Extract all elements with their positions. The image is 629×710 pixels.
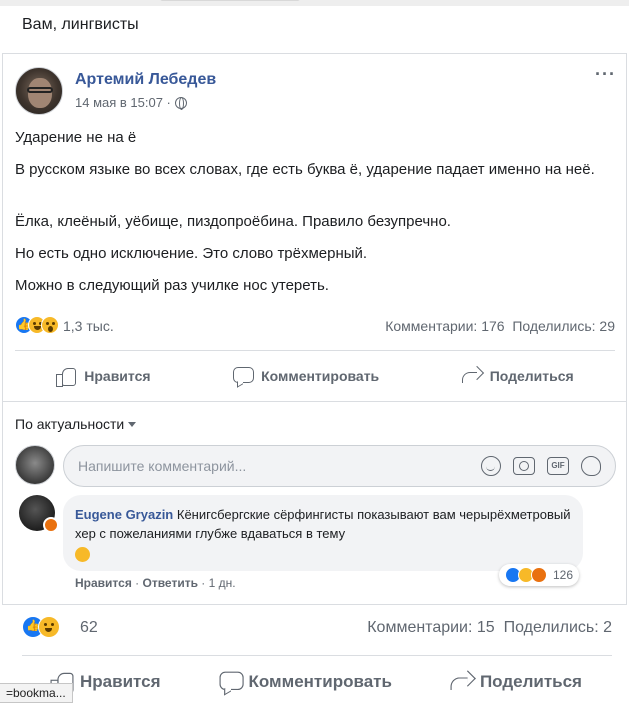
share-comments-count[interactable]: Комментарии: 15 — [367, 619, 494, 636]
browser-status-bar: =bookma... — [0, 683, 73, 703]
reactions-count[interactable]: 1,3 тыс. — [63, 318, 114, 334]
wow-reaction-icon[interactable] — [41, 316, 59, 334]
thumbs-up-icon — [56, 367, 77, 387]
more-dots-icon[interactable]: ··· — [595, 64, 616, 85]
post-author[interactable]: Артемий Лебедев — [75, 71, 216, 89]
comment-button[interactable]: Комментировать — [219, 671, 392, 693]
camera-icon[interactable] — [513, 457, 535, 475]
divider — [3, 401, 626, 402]
caret-down-icon — [128, 421, 137, 427]
speech-bubble-icon — [219, 671, 244, 693]
share-label: Поделиться — [489, 368, 574, 384]
share-button[interactable]: Поделиться — [461, 367, 574, 385]
comment-like-link[interactable]: Нравится — [75, 576, 132, 590]
post-paragraph: Можно в следующий раз училке нос утереть… — [15, 277, 329, 294]
post-timestamp[interactable]: 14 мая в 15:07 · — [75, 95, 171, 110]
share-reactions-count[interactable]: 62 — [80, 619, 98, 637]
share-action-bar: Нравится Комментировать Поделиться — [22, 668, 612, 696]
speech-bubble-icon — [233, 367, 255, 385]
comment-reactions[interactable]: 126 — [499, 564, 580, 586]
comment-reaction-count: 126 — [553, 568, 574, 582]
comment-label: Комментировать — [248, 672, 392, 691]
sort-label: По актуальности — [15, 416, 125, 432]
share-reactions-row: 👍 62 Комментарии: 15 Поделились: 2 — [22, 616, 612, 640]
share-button[interactable]: Поделиться — [450, 672, 582, 693]
author-avatar[interactable] — [15, 67, 63, 115]
divider — [22, 655, 612, 656]
comment-button[interactable]: Комментировать — [233, 367, 379, 385]
current-user-avatar[interactable] — [15, 445, 55, 485]
comment-body: Eugene Gryazin Кёнигсбергские сёрфингист… — [75, 505, 575, 563]
comment-label: Комментировать — [261, 368, 380, 384]
like-button[interactable]: Нравится — [56, 367, 151, 387]
post-stats: Комментарии: 176 Поделились: 29 — [385, 318, 615, 334]
emoji-icon[interactable] — [481, 456, 501, 476]
comment-bubble: Eugene Gryazin Кёнигсбергские сёрфингист… — [63, 495, 583, 571]
avatar-face — [28, 78, 52, 108]
post-paragraph: Но есть одно исключение. Это слово трёхм… — [15, 245, 368, 262]
post-paragraph: В русском языке во всех словах, где есть… — [15, 161, 595, 178]
shares-count[interactable]: Поделились: 29 — [512, 318, 615, 334]
post-title: Ударение не на ё — [15, 129, 137, 146]
commenter-avatar[interactable] — [19, 495, 59, 533]
share-stats: Комментарии: 15 Поделились: 2 — [367, 619, 612, 637]
post-paragraph: Ёлка, клеёный, уёбище, пиздопроёбина. Пр… — [15, 213, 451, 230]
comment-actions: Нравится · Ответить · 1 дн. — [75, 576, 236, 590]
globe-icon — [174, 96, 187, 110]
share-caption: Вам, лингвисты — [22, 16, 139, 33]
angry-reaction-icon — [531, 567, 547, 583]
haha-reaction-icon[interactable] — [38, 616, 60, 638]
share-arrow-icon — [450, 672, 473, 693]
share-label: Поделиться — [479, 672, 582, 691]
like-label: Нравится — [84, 368, 151, 384]
comment-age[interactable]: 1 дн. — [209, 576, 236, 590]
share-arrow-icon — [461, 367, 482, 385]
comment-sort-dropdown[interactable]: По актуальности — [15, 416, 137, 432]
post-meta: 14 мая в 15:07 · — [75, 95, 187, 110]
comment-reply-link[interactable]: Ответить — [143, 576, 198, 590]
comment-author[interactable]: Eugene Gryazin — [75, 507, 173, 522]
like-label: Нравится — [80, 672, 161, 691]
avatar-glasses — [27, 87, 53, 93]
comment-input[interactable]: Напишите комментарий... GIF — [63, 445, 616, 487]
post-reactions-row: 👍 1,3 тыс. Комментарии: 176 Поделились: … — [15, 316, 615, 338]
divider — [15, 350, 615, 351]
post-action-bar: Нравится Комментировать Поделиться — [15, 363, 615, 389]
comment-input-tools: GIF — [481, 456, 601, 476]
top-strip — [0, 0, 629, 6]
comment-placeholder: Напишите комментарий... — [78, 458, 247, 474]
reaction-badge-icon — [43, 517, 59, 533]
share-shares-count[interactable]: Поделились: 2 — [504, 619, 612, 636]
gif-icon[interactable]: GIF — [547, 457, 569, 475]
comments-count[interactable]: Комментарии: 176 — [385, 318, 504, 334]
sticker-icon[interactable] — [581, 456, 601, 476]
smile-emoji-icon — [75, 547, 90, 563]
embedded-post: Артемий Лебедев 14 мая в 15:07 · ··· Уда… — [2, 53, 627, 605]
cropped-header — [160, 0, 300, 1]
